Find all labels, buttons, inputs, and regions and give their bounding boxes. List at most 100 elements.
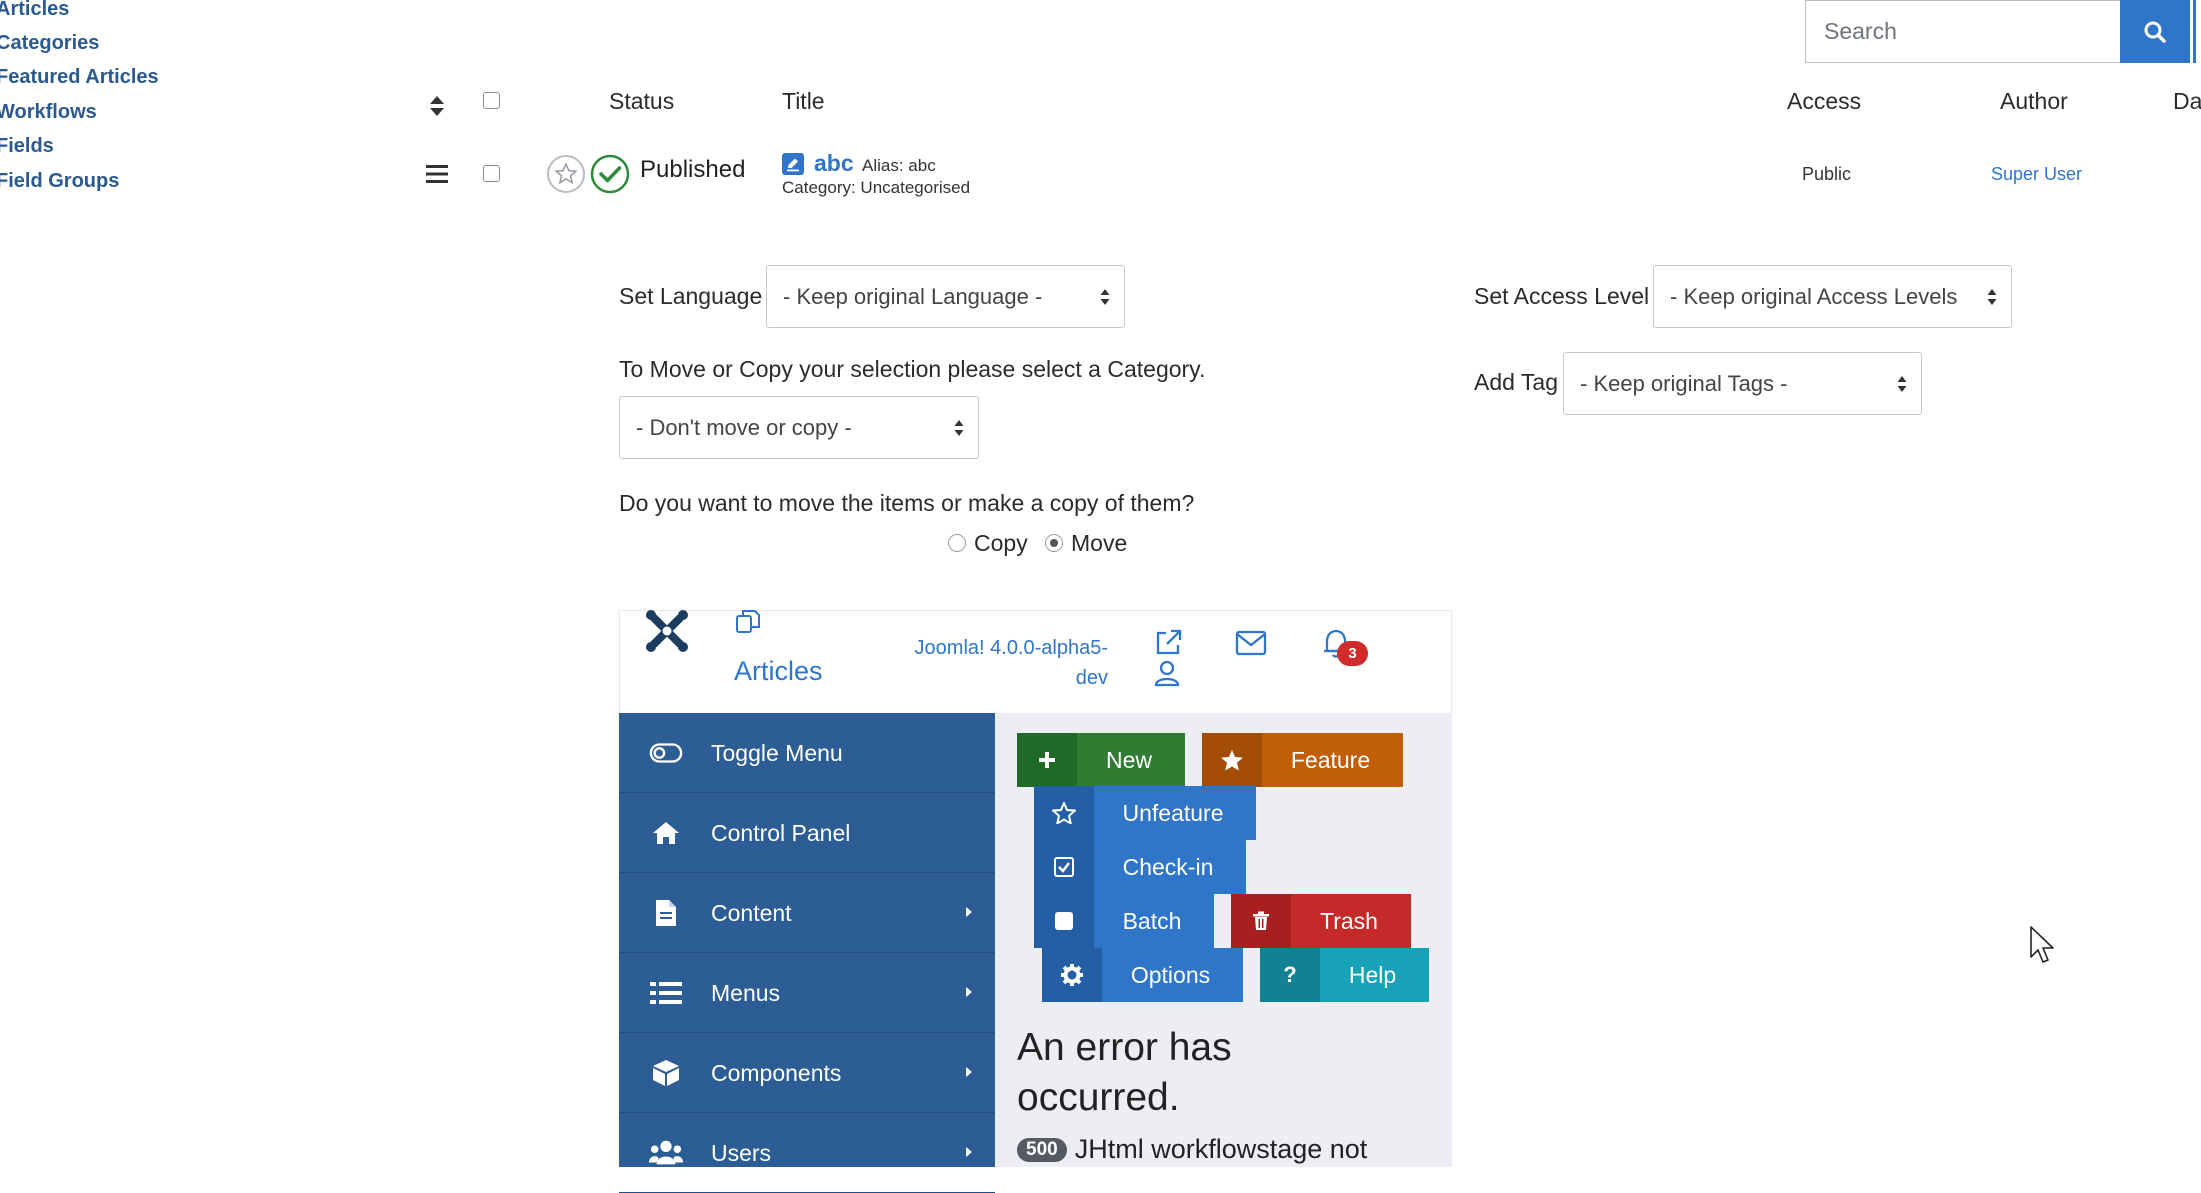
- featured-star-icon[interactable]: [546, 154, 586, 194]
- batch-label: Batch: [1122, 907, 1182, 934]
- checkin-label: Check-in: [1122, 853, 1214, 880]
- submenu-categories[interactable]: Categories: [0, 31, 99, 55]
- gear-icon: [1042, 948, 1102, 1002]
- error-heading-line-2: occurred.: [1017, 1076, 1180, 1119]
- sidebar-item-label: Content: [711, 900, 792, 926]
- help-button[interactable]: ? Help: [1260, 948, 1429, 1002]
- new-button[interactable]: New: [1017, 733, 1185, 787]
- tag-select[interactable]: - Keep original Tags -: [1563, 352, 1922, 415]
- column-author[interactable]: Author: [2000, 88, 2068, 115]
- star-outline-icon: [1034, 786, 1094, 840]
- column-title[interactable]: Title: [782, 88, 825, 115]
- set-language-label: Set Language: [619, 283, 763, 309]
- column-access[interactable]: Access: [1787, 88, 1861, 115]
- joomla-version-link[interactable]: Joomla! 4.0.0-alpha5- dev: [898, 633, 1108, 693]
- search-input[interactable]: [1805, 0, 2121, 63]
- external-link-icon[interactable]: [1153, 628, 1183, 658]
- article-category: Category: Uncategorised: [782, 178, 971, 197]
- question-icon: ?: [1260, 948, 1320, 1002]
- copy-label[interactable]: Copy: [974, 530, 1028, 557]
- row-checkbox[interactable]: [483, 165, 500, 182]
- search-edge: [2193, 0, 2196, 63]
- help-label: Help: [1348, 961, 1397, 988]
- sidebar-item-toggle-menu[interactable]: Toggle Menu: [619, 713, 995, 793]
- author-link[interactable]: Super User: [1991, 164, 2082, 185]
- trash-button[interactable]: Trash: [1231, 894, 1411, 948]
- square-icon: [1034, 894, 1094, 948]
- category-select[interactable]: - Don't move or copy -: [619, 396, 979, 459]
- copy-radio[interactable]: [948, 534, 966, 552]
- options-label: Options: [1130, 961, 1211, 988]
- error-heading: An error has occurred.: [1017, 1023, 1232, 1123]
- unfeature-button[interactable]: Unfeature: [1034, 786, 1256, 840]
- file-icon: [649, 899, 683, 927]
- access-select-value: - Keep original Access Levels: [1670, 283, 1958, 309]
- select-caret-icon: [1100, 289, 1110, 305]
- drag-handle-icon[interactable]: [426, 164, 448, 184]
- chevron-right-icon: [966, 1147, 972, 1157]
- move-label[interactable]: Move: [1071, 530, 1127, 557]
- list-icon: [649, 979, 683, 1007]
- feature-label: Feature: [1290, 746, 1371, 773]
- plus-icon: [1017, 733, 1077, 787]
- users-icon: [649, 1139, 683, 1167]
- sidebar-item-label: Components: [711, 1060, 842, 1086]
- select-caret-icon: [954, 420, 964, 436]
- sidebar-item-label: Toggle Menu: [711, 740, 843, 766]
- select-all-checkbox[interactable]: [483, 92, 500, 109]
- trash-icon: [1231, 894, 1291, 948]
- status-text: Published: [640, 156, 746, 183]
- search-button[interactable]: [2120, 0, 2190, 63]
- sidebar-item-content[interactable]: Content: [619, 873, 995, 953]
- edit-icon[interactable]: [782, 153, 804, 175]
- sidebar-item-menus[interactable]: Menus: [619, 953, 995, 1033]
- column-date[interactable]: Da: [2173, 88, 2201, 115]
- unfeature-label: Unfeature: [1122, 799, 1224, 826]
- version-line-1: Joomla! 4.0.0-alpha5-: [914, 637, 1108, 659]
- batch-button[interactable]: Batch: [1034, 894, 1214, 948]
- category-select-value: - Don't move or copy -: [636, 414, 852, 440]
- sidebar-item-components[interactable]: Components: [619, 1033, 995, 1113]
- cube-icon: [649, 1059, 683, 1087]
- checkin-button[interactable]: Check-in: [1034, 840, 1246, 894]
- mouse-cursor-icon: [2029, 925, 2055, 965]
- user-icon[interactable]: [1153, 659, 1181, 687]
- toggle-icon: [649, 739, 683, 767]
- error-code-badge: 500: [1017, 1138, 1067, 1162]
- notification-count-badge: 3: [1337, 641, 1368, 666]
- sidebar-item-label: Control Panel: [711, 820, 851, 846]
- set-access-label: Set Access Level: [1474, 283, 1650, 309]
- search-icon: [2144, 21, 2166, 43]
- submenu-fields[interactable]: Fields: [0, 134, 54, 158]
- trash-label: Trash: [1320, 907, 1378, 934]
- feature-button[interactable]: Feature: [1202, 733, 1403, 787]
- tag-select-value: - Keep original Tags -: [1580, 370, 1788, 396]
- new-label: New: [1105, 746, 1152, 773]
- access-value: Public: [1802, 164, 1852, 184]
- star-icon: [1202, 733, 1262, 787]
- add-tag-label: Add Tag: [1474, 369, 1558, 395]
- submenu-featured-articles[interactable]: Featured Articles: [0, 65, 159, 89]
- submenu-articles[interactable]: Articles: [0, 0, 69, 21]
- move-copy-prompt: To Move or Copy your selection please se…: [619, 356, 1206, 382]
- article-alias: Alias: abc: [862, 156, 936, 175]
- language-select[interactable]: - Keep original Language -: [766, 265, 1125, 328]
- sidebar-item-control-panel[interactable]: Control Panel: [619, 793, 995, 873]
- select-caret-icon: [1897, 376, 1907, 392]
- embedded-page-title: Articles: [734, 656, 823, 686]
- published-check-icon[interactable]: [590, 154, 630, 194]
- move-radio[interactable]: [1045, 534, 1063, 552]
- options-button[interactable]: Options: [1042, 948, 1243, 1002]
- mail-icon[interactable]: [1235, 630, 1267, 656]
- joomla-logo-icon[interactable]: [643, 607, 691, 655]
- submenu-field-groups[interactable]: Field Groups: [0, 169, 119, 193]
- sidebar-item-users[interactable]: Users: [619, 1113, 995, 1193]
- chevron-right-icon: [966, 987, 972, 997]
- access-level-select[interactable]: - Keep original Access Levels: [1653, 265, 2012, 328]
- checkbox-checked-icon: [1034, 840, 1094, 894]
- error-message: 500 JHtml workflowstage not: [1017, 1134, 1367, 1165]
- column-status[interactable]: Status: [609, 88, 674, 115]
- article-title-link[interactable]: abc: [814, 150, 854, 177]
- submenu-workflows[interactable]: Workflows: [0, 100, 97, 124]
- ordering-sort-icon[interactable]: [428, 94, 446, 118]
